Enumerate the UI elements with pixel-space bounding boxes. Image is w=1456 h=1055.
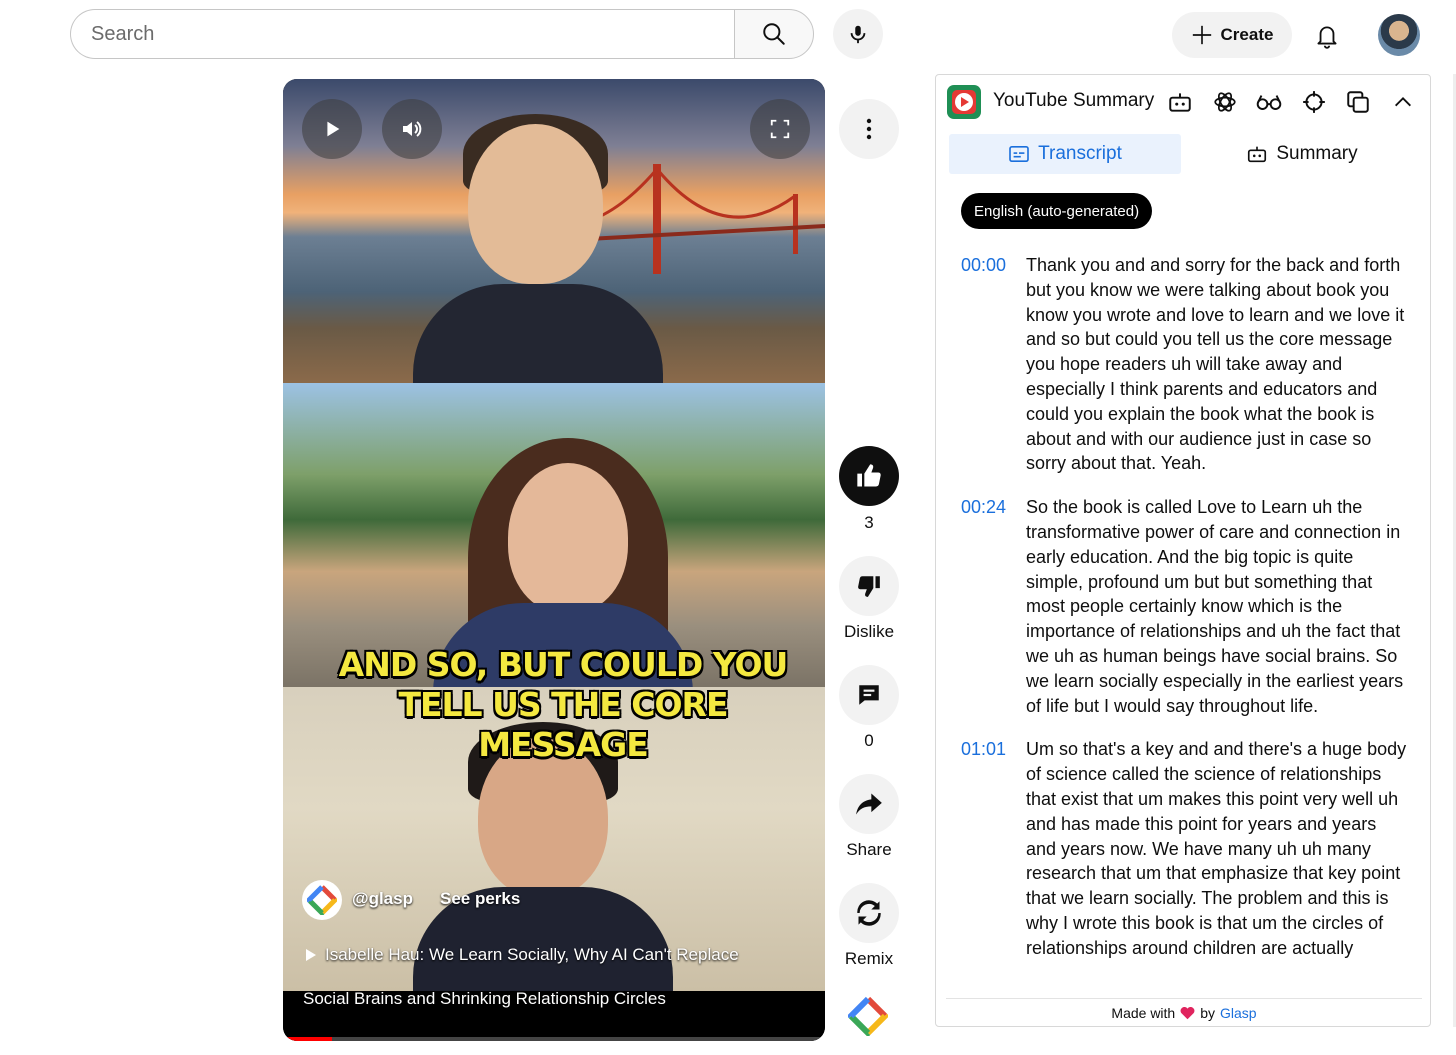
chatgpt-button[interactable] (1210, 87, 1240, 117)
copy-icon (1347, 91, 1369, 113)
transcript-segment[interactable]: 00:24 So the book is called Love to Lear… (961, 495, 1411, 718)
notifications-button[interactable] (1307, 16, 1347, 56)
segment-timestamp[interactable]: 00:00 (961, 253, 1026, 476)
more-vertical-icon (866, 118, 872, 140)
target-button[interactable] (1299, 87, 1329, 117)
search-icon (763, 23, 785, 45)
search-input[interactable]: Search (70, 9, 735, 59)
segment-timestamp[interactable]: 00:24 (961, 495, 1026, 718)
video-title-line-1[interactable]: Isabelle Hau: We Learn Socially, Why AI … (305, 945, 739, 965)
robot-icon (1248, 146, 1267, 163)
play-badge-icon (952, 90, 976, 114)
footer-by: by (1200, 1004, 1216, 1021)
fullscreen-button[interactable] (750, 99, 810, 159)
video-player[interactable]: AND SO, BUT COULD YOU TELL US THE CORE M… (283, 79, 825, 1041)
person-2-face (508, 463, 628, 613)
share-button[interactable] (839, 774, 899, 834)
transcript-segment[interactable]: 00:00 Thank you and and sorry for the ba… (961, 253, 1411, 476)
segment-text: So the book is called Love to Learn uh t… (1026, 497, 1404, 716)
bell-icon (1317, 26, 1337, 49)
youtube-summary-logo (947, 85, 981, 119)
create-label: Create (1220, 25, 1274, 44)
bot-button[interactable] (1165, 87, 1195, 117)
microphone-icon (850, 25, 866, 44)
dislike-button[interactable] (839, 556, 899, 616)
glasp-icon[interactable] (848, 996, 888, 1036)
tab-summary-label: Summary (1276, 143, 1358, 164)
transcript-list[interactable]: 00:00 Thank you and and sorry for the ba… (961, 253, 1411, 998)
video-panel-top (283, 79, 825, 394)
dislike-label: Dislike (843, 622, 895, 641)
comment-icon (859, 685, 879, 705)
segment-text: Um so that's a key and and there's a hug… (1026, 739, 1407, 958)
volume-button[interactable] (382, 99, 442, 159)
segment-text: Thank you and and sorry for the back and… (1026, 255, 1405, 474)
heart-icon (1180, 1006, 1195, 1019)
segment-timestamp[interactable]: 01:01 (961, 737, 1026, 960)
volume-icon (403, 121, 422, 137)
more-options-button[interactable] (839, 99, 899, 159)
channel-logo[interactable] (302, 880, 342, 920)
glasp-logo-icon (307, 885, 337, 915)
play-icon (327, 121, 340, 137)
panel-title: YouTube Summary (993, 90, 1155, 111)
person-1-face (468, 124, 603, 284)
robot-icon (1169, 93, 1191, 112)
progress-bar[interactable] (283, 1037, 825, 1041)
video-caption: AND SO, BUT COULD YOU TELL US THE CORE M… (323, 645, 803, 765)
video-title-text: Isabelle Hau: We Learn Socially, Why AI … (325, 945, 739, 964)
caption-line-2: TELL US THE CORE MESSAGE (398, 685, 728, 764)
fullscreen-icon (770, 119, 790, 139)
like-count: 3 (864, 513, 874, 532)
collapse-button[interactable] (1388, 87, 1418, 117)
copy-button[interactable] (1343, 87, 1373, 117)
transcript-segment[interactable]: 01:01 Um so that's a key and and there's… (961, 737, 1411, 960)
plus-icon (1192, 25, 1211, 45)
like-button[interactable] (839, 446, 899, 506)
thumbs-down-icon (858, 576, 880, 597)
crosshair-icon (1303, 91, 1325, 113)
thumbs-up-icon (857, 464, 881, 487)
glasses-button[interactable] (1254, 87, 1284, 117)
share-label: Share (846, 840, 892, 859)
tab-transcript-label: Transcript (1038, 143, 1122, 164)
avatar[interactable] (1378, 14, 1420, 56)
footer-made-with: Made with (1111, 1004, 1176, 1021)
caption-line-1: AND SO, BUT COULD YOU (338, 645, 789, 684)
play-small-icon (306, 949, 316, 961)
remix-button[interactable] (839, 883, 899, 943)
comment-count: 0 (864, 731, 874, 750)
progress-fill (283, 1037, 332, 1041)
captions-icon (1009, 145, 1029, 163)
channel-name[interactable]: @glasp (352, 889, 413, 909)
tab-summary[interactable]: Summary (1186, 134, 1418, 174)
person-1-body (413, 284, 663, 394)
see-perks-link[interactable]: See perks (440, 889, 520, 909)
remix-icon (857, 900, 881, 926)
video-panel-middle (283, 383, 825, 693)
glasp-link[interactable]: Glasp (1220, 1005, 1257, 1021)
play-button[interactable] (302, 99, 362, 159)
remix-label: Remix (844, 949, 894, 968)
chevron-up-icon (1395, 97, 1411, 107)
panel-footer: Made with by Glasp (946, 998, 1422, 1026)
video-title-line-2[interactable]: Social Brains and Shrinking Relationship… (303, 989, 666, 1009)
language-selector[interactable]: English (auto-generated) (961, 193, 1153, 229)
search-button[interactable] (734, 9, 814, 59)
search-placeholder: Search (91, 22, 155, 45)
comments-button[interactable] (839, 665, 899, 725)
tab-transcript[interactable]: Transcript (949, 134, 1181, 174)
create-button[interactable]: Create (1172, 12, 1292, 58)
glasses-icon (1256, 95, 1282, 110)
youtube-summary-panel: YouTube Summary Transcript Summary Engli… (935, 74, 1431, 1027)
share-arrow-icon (856, 793, 882, 815)
voice-search-button[interactable] (833, 9, 883, 59)
openai-icon (1214, 92, 1236, 112)
